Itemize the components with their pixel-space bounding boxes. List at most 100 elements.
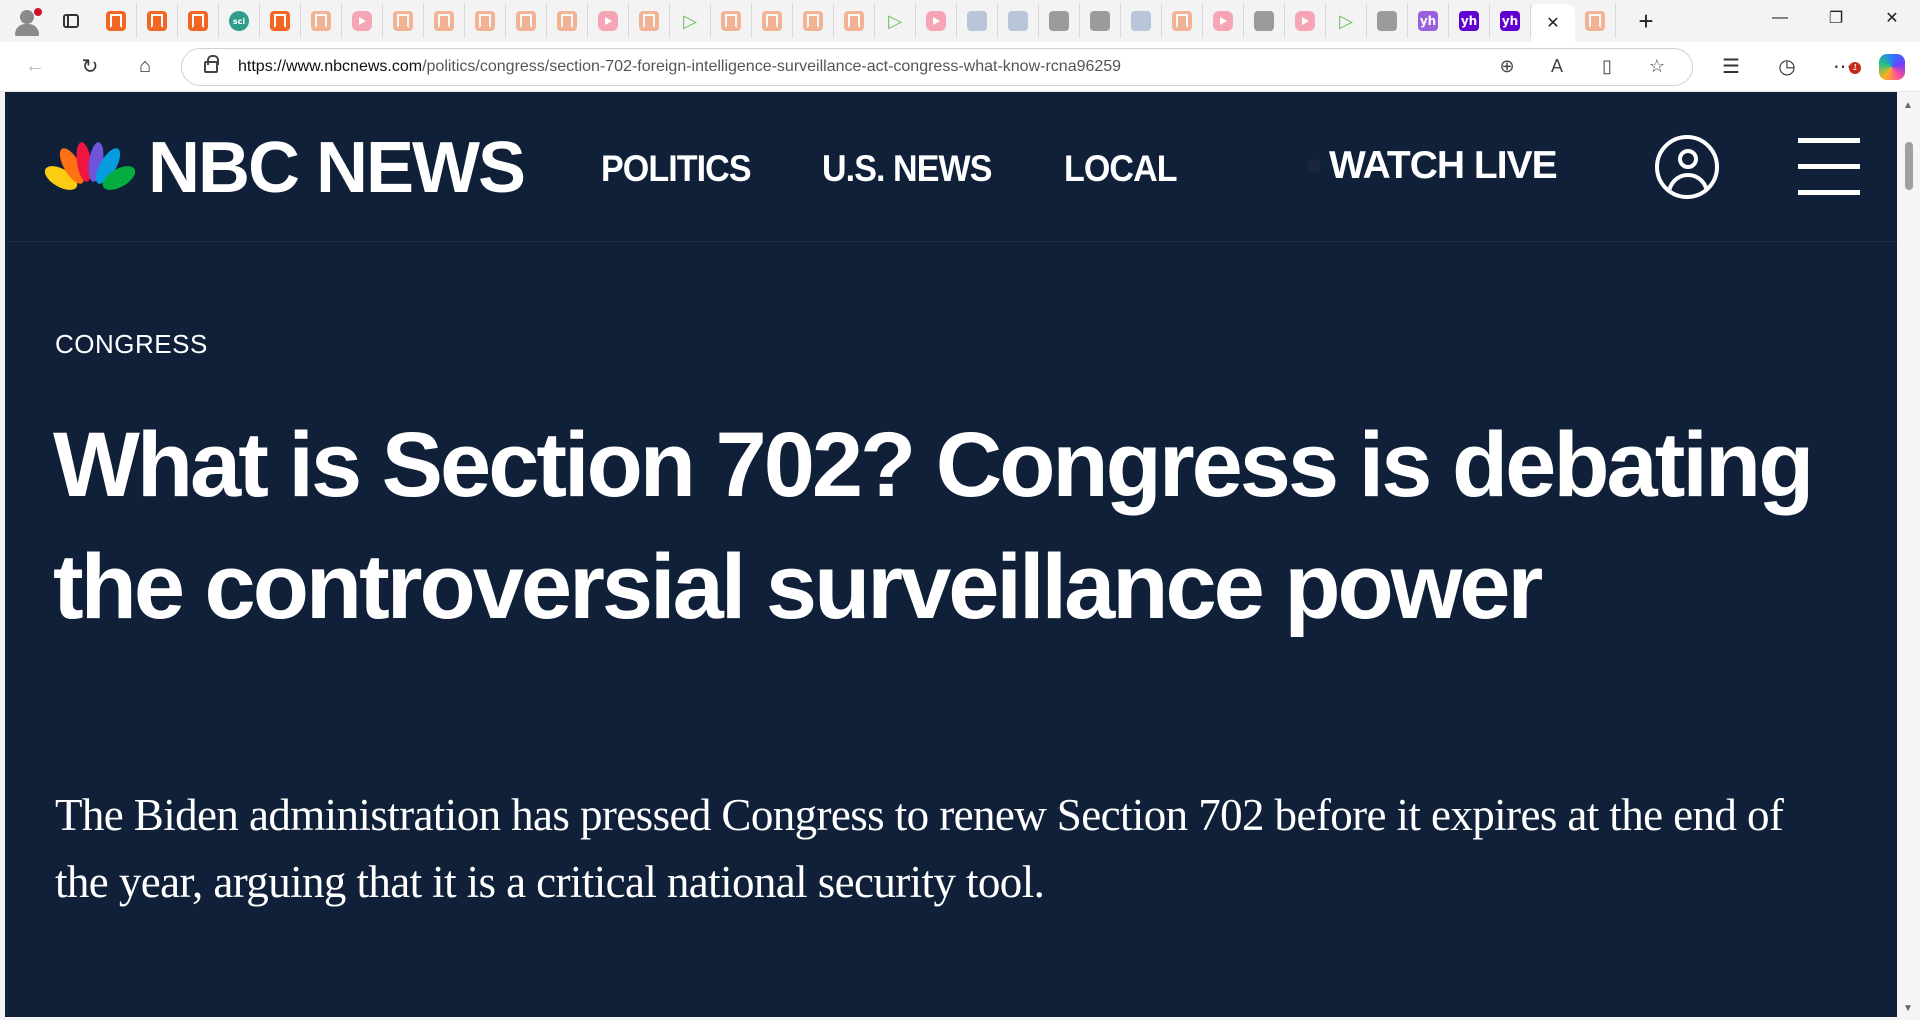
tab[interactable]: ▷: [1326, 4, 1367, 38]
bookmark-favicon-icon: [844, 11, 864, 31]
tab[interactable]: [260, 4, 301, 38]
tab[interactable]: [1121, 4, 1162, 38]
scroll-up-icon[interactable]: ▲: [1903, 100, 1913, 111]
tab[interactable]: yh: [1449, 4, 1490, 38]
active-tab[interactable]: ✕: [1531, 4, 1575, 42]
restore-button[interactable]: ❐: [1808, 0, 1864, 36]
tab[interactable]: [1203, 4, 1244, 38]
watch-live-label: WATCH LIVE: [1329, 144, 1558, 187]
watch-live-link[interactable]: WATCH LIVE: [1307, 144, 1558, 188]
minimize-button[interactable]: —: [1752, 0, 1808, 36]
section-eyebrow[interactable]: CONGRESS: [55, 329, 208, 360]
brand-wordmark[interactable]: NBC NEWS: [148, 132, 526, 204]
history-icon[interactable]: ◷: [1759, 54, 1815, 79]
favorites-icon[interactable]: ☰: [1703, 54, 1759, 79]
scroll-down-icon[interactable]: ▼: [1903, 1003, 1913, 1014]
document-favicon-icon: [967, 11, 987, 31]
settings-more-icon[interactable]: ⋯ 1: [1815, 54, 1871, 79]
nbc-peacock-logo-icon[interactable]: [45, 138, 135, 194]
close-tab-icon[interactable]: ✕: [1546, 13, 1559, 33]
tab[interactable]: [1039, 4, 1080, 38]
account-icon[interactable]: [1655, 135, 1719, 199]
tab[interactable]: [383, 4, 424, 38]
address-bar-actions: ⊕ A ▯ ☆: [1482, 49, 1682, 85]
gp-favicon-icon: [1131, 11, 1151, 31]
tab[interactable]: yh: [1408, 4, 1449, 38]
read-aloud-icon[interactable]: A: [1532, 56, 1582, 77]
tab[interactable]: [178, 4, 219, 38]
video-favicon-icon: [926, 11, 946, 31]
diamond-favicon-icon: [1090, 11, 1110, 31]
tab[interactable]: [301, 4, 342, 38]
hamburger-menu-icon[interactable]: [1798, 138, 1860, 195]
play-favicon-icon: ▷: [683, 10, 697, 32]
tab[interactable]: [752, 4, 793, 38]
nav-politics[interactable]: POLITICS: [601, 148, 752, 190]
new-tab-button[interactable]: +: [1626, 4, 1666, 38]
tab[interactable]: [1162, 4, 1203, 38]
video-favicon-icon: [352, 11, 372, 31]
bookmark-favicon-icon: [270, 11, 290, 31]
tab[interactable]: yh: [1490, 4, 1531, 38]
tab[interactable]: [424, 4, 465, 38]
nav-us-news[interactable]: U.S. NEWS: [822, 148, 992, 190]
main-nav: POLITICS U.S. NEWS LOCAL: [601, 148, 1244, 190]
bookmark-favicon-icon: [188, 11, 208, 31]
tab[interactable]: [629, 4, 670, 38]
nav-local[interactable]: LOCAL: [1064, 148, 1178, 190]
face-favicon-icon: [1254, 11, 1274, 31]
tab[interactable]: [793, 4, 834, 38]
close-window-button[interactable]: ✕: [1864, 0, 1920, 36]
reader-view-icon[interactable]: ▯: [1582, 56, 1632, 77]
refresh-button[interactable]: ↻: [70, 47, 110, 87]
address-bar[interactable]: https://www.nbcnews.com/politics/congres…: [181, 47, 1693, 86]
article-dek: The Biden administration has pressed Con…: [55, 790, 1784, 907]
tab[interactable]: [588, 4, 629, 38]
page-viewport: NBC NEWS POLITICS U.S. NEWS LOCAL WATCH …: [5, 92, 1897, 1017]
video-favicon-icon: [1213, 11, 1233, 31]
scrollbar-thumb[interactable]: [1905, 142, 1913, 190]
b-favicon-icon: [1049, 11, 1069, 31]
bookmark-favicon-icon: [393, 11, 413, 31]
tab[interactable]: [916, 4, 957, 38]
tab[interactable]: [342, 4, 383, 38]
tab[interactable]: [465, 4, 506, 38]
bookmark-favicon-icon: [475, 11, 495, 31]
bookmark-favicon-icon: [106, 11, 126, 31]
search-favicon-icon: [1008, 11, 1028, 31]
tab[interactable]: [998, 4, 1039, 38]
back-button[interactable]: ←: [15, 47, 55, 87]
tab[interactable]: ▷: [875, 4, 916, 38]
bookmark-favicon-icon: [434, 11, 454, 31]
bookmark-favicon-icon: [721, 11, 741, 31]
tab[interactable]: [834, 4, 875, 38]
zoom-icon[interactable]: ⊕: [1482, 56, 1532, 77]
tab[interactable]: [506, 4, 547, 38]
address-bar-row: ← ↻ ⌂ https://www.nbcnews.com/politics/c…: [0, 42, 1920, 92]
tab[interactable]: [1080, 4, 1121, 38]
tab[interactable]: [1244, 4, 1285, 38]
tab[interactable]: sci: [219, 4, 260, 38]
lock-icon[interactable]: [204, 54, 219, 73]
window-controls: — ❐ ✕: [1752, 0, 1920, 36]
copilot-icon[interactable]: [1879, 53, 1905, 80]
page-scrollbar[interactable]: ▲ ▼: [1897, 92, 1920, 1020]
bookmark-favicon-icon: [311, 11, 331, 31]
url-text[interactable]: https://www.nbcnews.com/politics/congres…: [238, 58, 1121, 76]
tab[interactable]: [137, 4, 178, 38]
tab[interactable]: ▷: [670, 4, 711, 38]
home-button[interactable]: ⌂: [125, 47, 165, 87]
tab[interactable]: [96, 4, 137, 38]
tab[interactable]: [1575, 4, 1616, 38]
tab[interactable]: [957, 4, 998, 38]
profile-avatar-icon[interactable]: [12, 6, 42, 36]
favorite-star-icon[interactable]: ☆: [1632, 56, 1682, 77]
tab[interactable]: [547, 4, 588, 38]
bookmark-favicon-icon: [803, 11, 823, 31]
tab[interactable]: [1367, 4, 1408, 38]
tab[interactable]: [711, 4, 752, 38]
tab-actions-icon[interactable]: [56, 6, 86, 36]
yahoo-favicon-icon: yh: [1418, 11, 1438, 31]
tab[interactable]: [1285, 4, 1326, 38]
bookmark-favicon-icon: [639, 11, 659, 31]
